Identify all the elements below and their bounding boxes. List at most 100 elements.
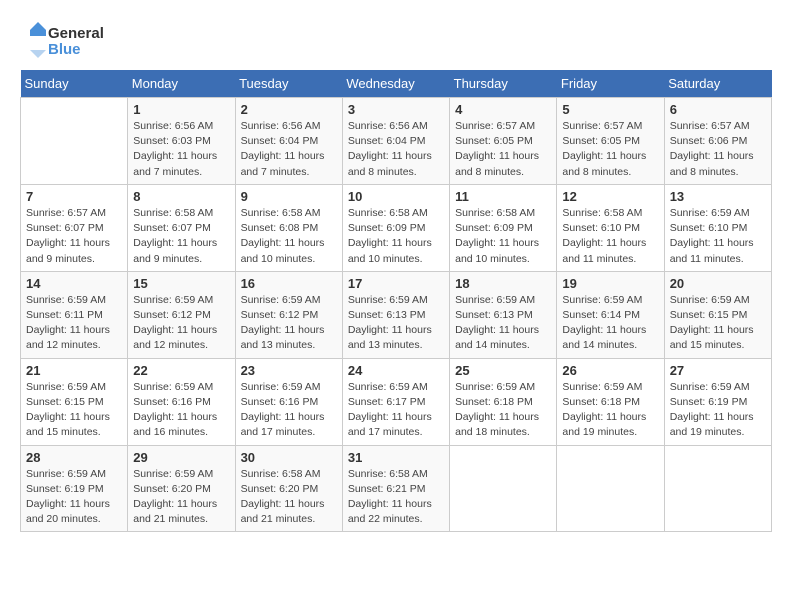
calendar-cell: 29 Sunrise: 6:59 AM Sunset: 6:20 PM Dayli… <box>128 445 235 532</box>
logo-svg: General Blue <box>20 20 130 60</box>
day-number: 27 <box>670 363 766 378</box>
day-number: 24 <box>348 363 444 378</box>
day-number: 29 <box>133 450 229 465</box>
calendar-cell: 28 Sunrise: 6:59 AM Sunset: 6:19 PM Dayli… <box>21 445 128 532</box>
day-info: Sunrise: 6:57 AM Sunset: 6:05 PM Dayligh… <box>455 119 551 180</box>
day-number: 16 <box>241 276 337 291</box>
calendar-cell: 18 Sunrise: 6:59 AM Sunset: 6:13 PM Dayli… <box>450 271 557 358</box>
calendar-cell: 21Sunrise: 6:59 AM Sunset: 6:15 PM Dayli… <box>21 358 128 445</box>
day-info: Sunrise: 6:57 AM Sunset: 6:06 PM Dayligh… <box>670 119 766 180</box>
calendar-cell: 19Sunrise: 6:59 AM Sunset: 6:14 PM Dayli… <box>557 271 664 358</box>
day-info: Sunrise: 6:56 AM Sunset: 6:04 PM Dayligh… <box>348 119 444 180</box>
day-number: 15 <box>133 276 229 291</box>
day-info: Sunrise: 6:59 AM Sunset: 6:11 PM Dayligh… <box>26 293 122 354</box>
day-number: 22 <box>133 363 229 378</box>
day-info: Sunrise: 6:59 AM Sunset: 6:18 PM Dayligh… <box>562 380 658 441</box>
day-number: 26 <box>562 363 658 378</box>
day-number: 1 <box>133 102 229 117</box>
day-info: Sunrise: 6:59 AM Sunset: 6:12 PM Dayligh… <box>133 293 229 354</box>
svg-text:Blue: Blue <box>48 41 81 58</box>
header-thursday: Thursday <box>450 70 557 98</box>
calendar-cell <box>450 445 557 532</box>
header-tuesday: Tuesday <box>235 70 342 98</box>
day-info: Sunrise: 6:58 AM Sunset: 6:07 PM Dayligh… <box>133 206 229 267</box>
header-monday: Monday <box>128 70 235 98</box>
week-row-3: 14Sunrise: 6:59 AM Sunset: 6:11 PM Dayli… <box>21 271 772 358</box>
day-info: Sunrise: 6:59 AM Sunset: 6:10 PM Dayligh… <box>670 206 766 267</box>
calendar-cell: 15 Sunrise: 6:59 AM Sunset: 6:12 PM Dayli… <box>128 271 235 358</box>
day-number: 28 <box>26 450 122 465</box>
calendar-cell: 10 Sunrise: 6:58 AM Sunset: 6:09 PM Dayli… <box>342 184 449 271</box>
calendar-cell: 26 Sunrise: 6:59 AM Sunset: 6:18 PM Dayli… <box>557 358 664 445</box>
calendar-header: SundayMondayTuesdayWednesdayThursdayFrid… <box>21 70 772 98</box>
day-info: Sunrise: 6:59 AM Sunset: 6:13 PM Dayligh… <box>348 293 444 354</box>
calendar-cell: 23 Sunrise: 6:59 AM Sunset: 6:16 PM Dayli… <box>235 358 342 445</box>
calendar-cell: 5 Sunrise: 6:57 AM Sunset: 6:05 PM Daylig… <box>557 98 664 185</box>
day-number: 9 <box>241 189 337 204</box>
day-info: Sunrise: 6:59 AM Sunset: 6:12 PM Dayligh… <box>241 293 337 354</box>
day-number: 18 <box>455 276 551 291</box>
day-info: Sunrise: 6:59 AM Sunset: 6:14 PM Dayligh… <box>562 293 658 354</box>
day-info: Sunrise: 6:59 AM Sunset: 6:16 PM Dayligh… <box>241 380 337 441</box>
calendar-cell: 14Sunrise: 6:59 AM Sunset: 6:11 PM Dayli… <box>21 271 128 358</box>
calendar-cell: 20Sunrise: 6:59 AM Sunset: 6:15 PM Dayli… <box>664 271 771 358</box>
day-number: 6 <box>670 102 766 117</box>
calendar-cell: 2Sunrise: 6:56 AM Sunset: 6:04 PM Daylig… <box>235 98 342 185</box>
calendar-cell: 7Sunrise: 6:57 AM Sunset: 6:07 PM Daylig… <box>21 184 128 271</box>
day-number: 30 <box>241 450 337 465</box>
calendar-cell: 12Sunrise: 6:58 AM Sunset: 6:10 PM Dayli… <box>557 184 664 271</box>
day-number: 3 <box>348 102 444 117</box>
day-number: 25 <box>455 363 551 378</box>
logo: General Blue <box>20 20 130 60</box>
day-info: Sunrise: 6:56 AM Sunset: 6:04 PM Dayligh… <box>241 119 337 180</box>
day-info: Sunrise: 6:58 AM Sunset: 6:10 PM Dayligh… <box>562 206 658 267</box>
day-info: Sunrise: 6:58 AM Sunset: 6:08 PM Dayligh… <box>241 206 337 267</box>
calendar-table: SundayMondayTuesdayWednesdayThursdayFrid… <box>20 70 772 532</box>
calendar-cell: 4Sunrise: 6:57 AM Sunset: 6:05 PM Daylig… <box>450 98 557 185</box>
day-info: Sunrise: 6:59 AM Sunset: 6:17 PM Dayligh… <box>348 380 444 441</box>
day-number: 13 <box>670 189 766 204</box>
calendar-cell: 11 Sunrise: 6:58 AM Sunset: 6:09 PM Dayli… <box>450 184 557 271</box>
calendar-cell: 16 Sunrise: 6:59 AM Sunset: 6:12 PM Dayli… <box>235 271 342 358</box>
calendar-cell: 22 Sunrise: 6:59 AM Sunset: 6:16 PM Dayli… <box>128 358 235 445</box>
day-number: 8 <box>133 189 229 204</box>
day-info: Sunrise: 6:58 AM Sunset: 6:09 PM Dayligh… <box>348 206 444 267</box>
calendar-cell: 25 Sunrise: 6:59 AM Sunset: 6:18 PM Dayli… <box>450 358 557 445</box>
day-info: Sunrise: 6:58 AM Sunset: 6:21 PM Dayligh… <box>348 467 444 528</box>
day-info: Sunrise: 6:58 AM Sunset: 6:20 PM Dayligh… <box>241 467 337 528</box>
week-row-1: 1 Sunrise: 6:56 AM Sunset: 6:03 PM Daylig… <box>21 98 772 185</box>
day-info: Sunrise: 6:59 AM Sunset: 6:16 PM Dayligh… <box>133 380 229 441</box>
day-number: 5 <box>562 102 658 117</box>
header-row: SundayMondayTuesdayWednesdayThursdayFrid… <box>21 70 772 98</box>
day-info: Sunrise: 6:59 AM Sunset: 6:18 PM Dayligh… <box>455 380 551 441</box>
day-number: 11 <box>455 189 551 204</box>
day-info: Sunrise: 6:58 AM Sunset: 6:09 PM Dayligh… <box>455 206 551 267</box>
day-info: Sunrise: 6:56 AM Sunset: 6:03 PM Dayligh… <box>133 119 229 180</box>
calendar-cell: 17Sunrise: 6:59 AM Sunset: 6:13 PM Dayli… <box>342 271 449 358</box>
svg-text:General: General <box>48 25 104 42</box>
day-number: 31 <box>348 450 444 465</box>
header-friday: Friday <box>557 70 664 98</box>
calendar-cell: 31 Sunrise: 6:58 AM Sunset: 6:21 PM Dayli… <box>342 445 449 532</box>
day-info: Sunrise: 6:57 AM Sunset: 6:05 PM Dayligh… <box>562 119 658 180</box>
day-number: 10 <box>348 189 444 204</box>
calendar-cell: 24 Sunrise: 6:59 AM Sunset: 6:17 PM Dayli… <box>342 358 449 445</box>
header-sunday: Sunday <box>21 70 128 98</box>
calendar-body: 1 Sunrise: 6:56 AM Sunset: 6:03 PM Daylig… <box>21 98 772 532</box>
page-header: General Blue <box>20 20 772 60</box>
calendar-cell <box>557 445 664 532</box>
calendar-cell: 13 Sunrise: 6:59 AM Sunset: 6:10 PM Dayli… <box>664 184 771 271</box>
week-row-4: 21Sunrise: 6:59 AM Sunset: 6:15 PM Dayli… <box>21 358 772 445</box>
day-info: Sunrise: 6:59 AM Sunset: 6:15 PM Dayligh… <box>670 293 766 354</box>
day-info: Sunrise: 6:59 AM Sunset: 6:19 PM Dayligh… <box>26 467 122 528</box>
header-wednesday: Wednesday <box>342 70 449 98</box>
day-number: 21 <box>26 363 122 378</box>
day-number: 23 <box>241 363 337 378</box>
day-number: 7 <box>26 189 122 204</box>
calendar-cell <box>21 98 128 185</box>
day-info: Sunrise: 6:59 AM Sunset: 6:13 PM Dayligh… <box>455 293 551 354</box>
day-info: Sunrise: 6:59 AM Sunset: 6:19 PM Dayligh… <box>670 380 766 441</box>
calendar-cell: 8 Sunrise: 6:58 AM Sunset: 6:07 PM Daylig… <box>128 184 235 271</box>
calendar-cell: 9 Sunrise: 6:58 AM Sunset: 6:08 PM Daylig… <box>235 184 342 271</box>
day-info: Sunrise: 6:59 AM Sunset: 6:20 PM Dayligh… <box>133 467 229 528</box>
